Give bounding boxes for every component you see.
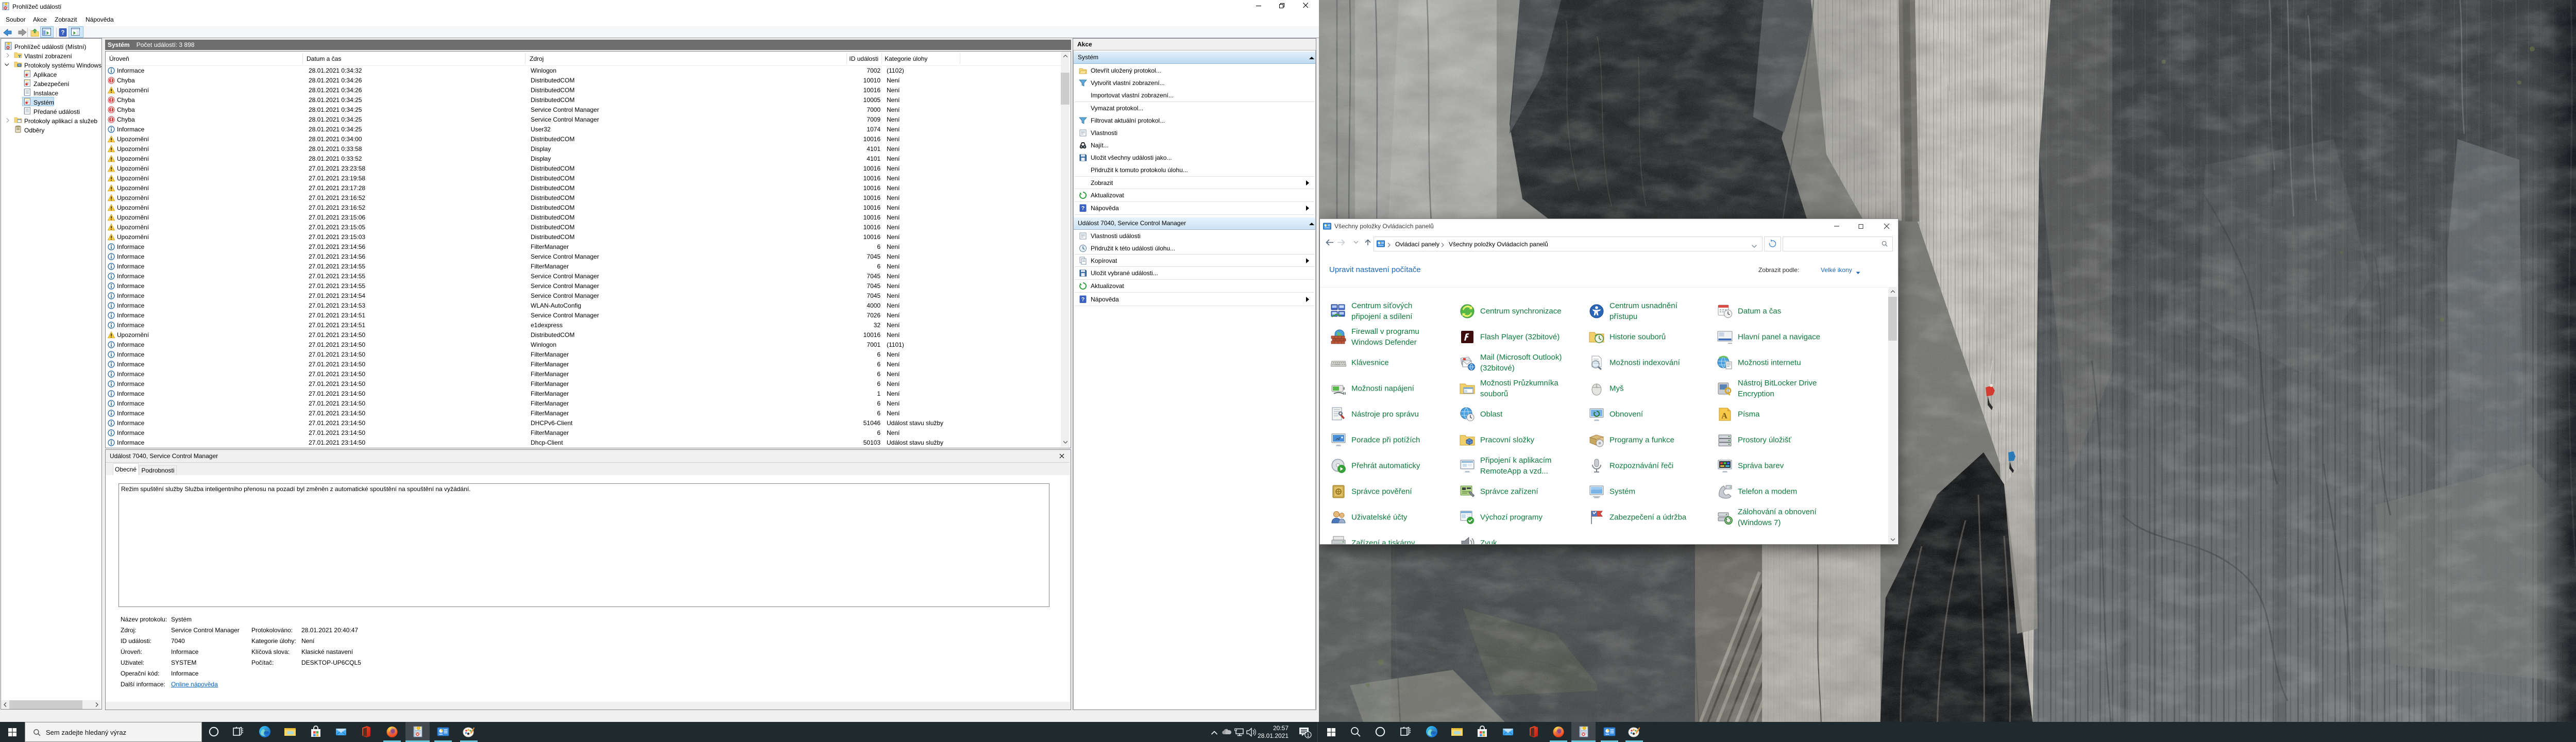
svg-text:?: ? (1081, 297, 1085, 303)
svg-text:?: ? (61, 30, 64, 36)
svg-text:A: A (1721, 412, 1727, 420)
svg-text:1: 1 (1307, 733, 1309, 738)
svg-text:?: ? (1081, 206, 1085, 212)
